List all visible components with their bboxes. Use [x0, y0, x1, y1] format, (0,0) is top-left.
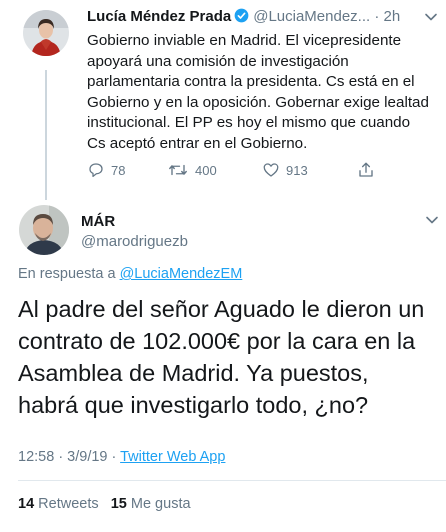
retweets-stat[interactable]: 14 Retweets — [18, 496, 99, 512]
reply-to-prefix: En respuesta a — [18, 266, 116, 282]
reply-icon — [89, 163, 103, 178]
likes-stat-label: Me gusta — [130, 496, 191, 512]
tweet2-meta: 12:58 · 3/9/19 · Twitter Web App — [18, 449, 225, 465]
tweet2-author-name[interactable]: MÁR — [81, 213, 115, 230]
reply-to-link[interactable]: @LuciaMendezEM — [120, 266, 243, 282]
avatar-lucia[interactable] — [23, 10, 69, 56]
tweet2-timestamp[interactable]: 12:58 · 3/9/19 · — [18, 449, 116, 465]
tweet2-handle[interactable]: @marodriguezb — [81, 233, 188, 250]
share-button[interactable] — [357, 161, 381, 179]
chevron-down-icon — [426, 216, 438, 224]
reply-count: 78 — [111, 162, 126, 178]
tweet2-text: Al padre del señor Aguado le dieron un c… — [18, 296, 425, 418]
reply-to-line: En respuesta a @LuciaMendezEM — [18, 266, 242, 282]
retweet-count: 400 — [195, 162, 217, 178]
tweet2-menu-button[interactable] — [425, 213, 439, 232]
tweet1-text: Gobierno inviable en Madrid. El vicepres… — [87, 32, 429, 152]
retweets-stat-label: Retweets — [38, 496, 99, 512]
retweets-stat-count: 14 — [18, 496, 35, 512]
heart-icon — [263, 163, 279, 177]
likes-stat[interactable]: 15 Me gusta — [111, 496, 191, 512]
tweet1-menu-button[interactable] — [424, 10, 438, 29]
chevron-down-icon — [425, 13, 437, 21]
tweet2-source-app[interactable]: Twitter Web App — [120, 449, 225, 465]
likes-stat-count: 15 — [110, 496, 127, 512]
tweet1-actions: 78 400 913 — [87, 160, 417, 180]
retweet-button[interactable]: 400 — [167, 161, 262, 179]
share-icon — [359, 162, 373, 177]
like-button[interactable]: 913 — [262, 161, 357, 179]
reply-button[interactable]: 78 — [87, 161, 167, 179]
tweet1-time[interactable]: · 2h — [374, 8, 400, 25]
retweet-icon — [169, 164, 187, 176]
like-count: 913 — [286, 162, 308, 178]
verified-badge-icon — [234, 8, 249, 23]
tweet1-author-name[interactable]: Lucía Méndez Prada — [87, 8, 231, 25]
thread-line — [45, 70, 47, 200]
tweet1-header: Lucía Méndez Prada @LuciaMendez... · 2h — [87, 8, 400, 25]
divider — [18, 480, 446, 481]
avatar-mar[interactable] — [19, 205, 69, 255]
tweet2-stats: 14 Retweets 15 Me gusta — [18, 496, 191, 512]
tweet1-handle[interactable]: @LuciaMendez... — [253, 8, 370, 25]
